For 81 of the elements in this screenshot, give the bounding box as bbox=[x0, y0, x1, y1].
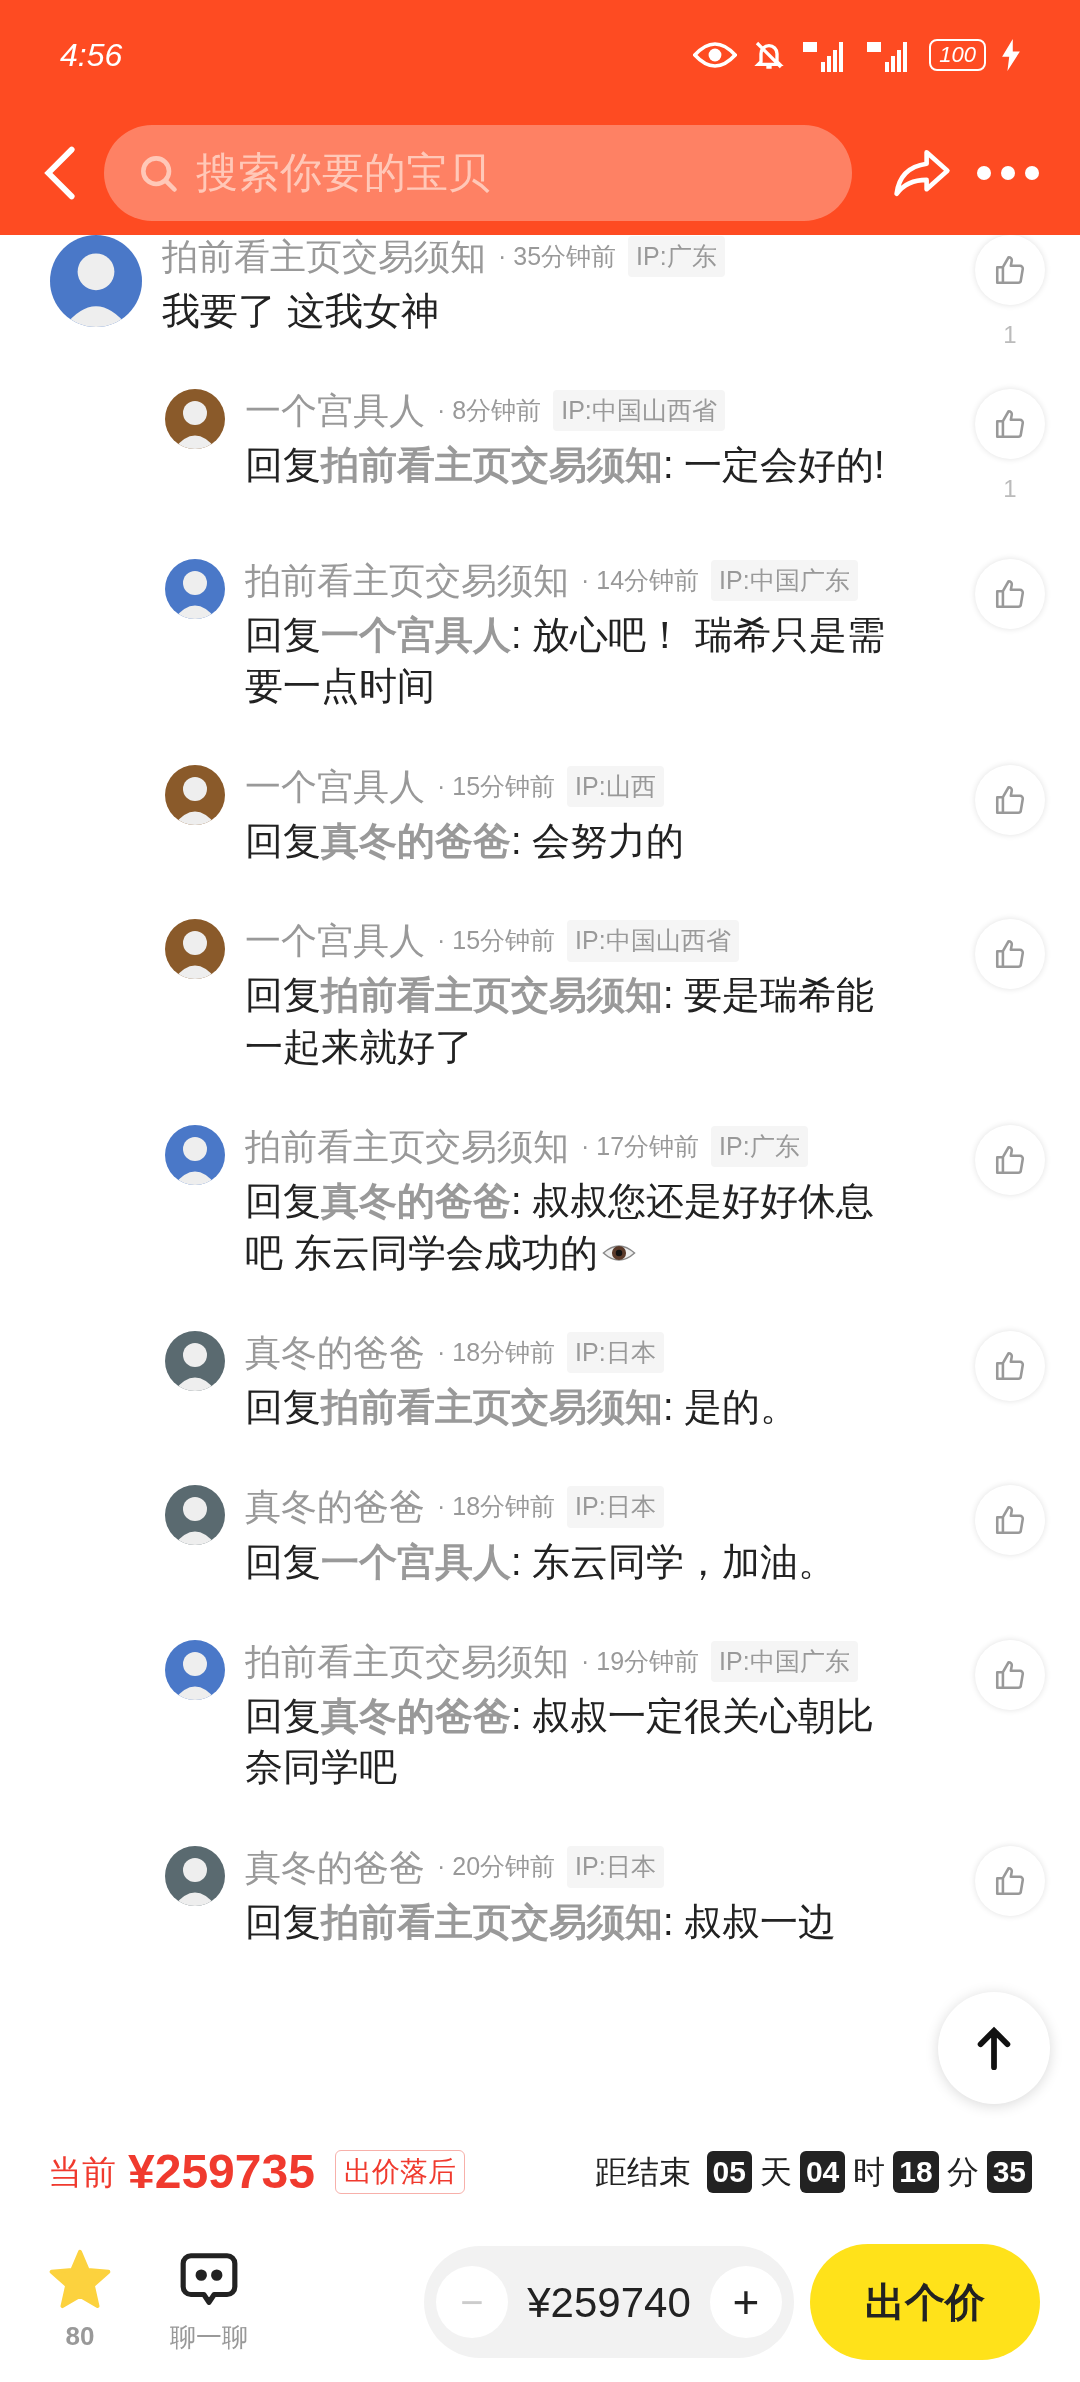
comment-time: · 35分钟前 bbox=[498, 240, 617, 272]
current-price: ¥259735 bbox=[128, 2144, 315, 2200]
comment-text: 回复真冬的爸爸: 会努力的 bbox=[245, 818, 686, 864]
like-button[interactable] bbox=[975, 1330, 1045, 1401]
ip-location: IP:中国广东 bbox=[711, 559, 858, 602]
like-button[interactable] bbox=[975, 1845, 1045, 1916]
like-button[interactable] bbox=[975, 919, 1045, 990]
like-button[interactable] bbox=[975, 235, 1045, 305]
eye-icon bbox=[693, 40, 738, 70]
username[interactable]: 拍前看主页交易须知 bbox=[162, 235, 486, 279]
comment-text: 回复拍前看主页交易须知: 是的。 bbox=[245, 1385, 800, 1430]
ip-location: IP:中国山西省 bbox=[553, 389, 725, 432]
comment-time: · 15分钟前 bbox=[437, 770, 556, 802]
ip-location: IP:中国广东 bbox=[711, 1640, 858, 1683]
place-bid-button[interactable]: 出个价 bbox=[810, 2244, 1040, 2360]
username[interactable]: 拍前看主页交易须知 bbox=[245, 559, 569, 603]
decrease-button[interactable]: − bbox=[436, 2266, 508, 2338]
thumbs-up-icon bbox=[993, 253, 1027, 287]
like-count: 1 bbox=[1003, 320, 1017, 350]
countdown-unit: 分 bbox=[946, 2153, 979, 2192]
username[interactable]: 真冬的爸爸 bbox=[245, 1845, 425, 1889]
comment-time: · 19分钟前 bbox=[581, 1645, 700, 1677]
star-icon[interactable] bbox=[49, 2248, 111, 2309]
comment-time: · 18分钟前 bbox=[437, 1336, 556, 1368]
bid-status-tag: 出价落后 bbox=[334, 2150, 465, 2194]
comment-text: 回复拍前看主页交易须知: 一定会好的! bbox=[245, 443, 886, 489]
username[interactable]: 一个宫具人 bbox=[245, 764, 425, 808]
thumbs-up-icon bbox=[993, 407, 1027, 441]
ip-location: IP:广东 bbox=[628, 235, 725, 278]
comment-text: 我要了 这我女神 bbox=[162, 289, 440, 335]
like-button[interactable] bbox=[975, 1485, 1045, 1556]
username[interactable]: 一个宫具人 bbox=[245, 389, 425, 433]
comment-time: · 20分钟前 bbox=[437, 1851, 556, 1883]
comment-text: 回复拍前看主页交易须知: 要是瑞希能一起来就好了 bbox=[245, 973, 876, 1070]
countdown-value: 05 bbox=[706, 2151, 752, 2193]
avatar[interactable] bbox=[165, 389, 225, 449]
comment-text: 回复真冬的爸爸: 叔叔一定很关心朝比奈同学吧 bbox=[245, 1694, 876, 1791]
avatar[interactable] bbox=[165, 559, 225, 619]
comment-text: 回复真冬的爸爸: 叔叔您还是好好休息吧 东云同学会成功的 bbox=[245, 1179, 876, 1276]
comment-time: · 18分钟前 bbox=[437, 1491, 556, 1523]
username[interactable]: 拍前看主页交易须知 bbox=[245, 1125, 569, 1169]
countdown-value: 18 bbox=[893, 2151, 939, 2193]
status-time: 4:56 bbox=[60, 36, 123, 75]
comment-text: 回复拍前看主页交易须知: 叔叔一边 bbox=[245, 1899, 838, 1945]
favorite-count: 80 bbox=[65, 2319, 95, 2353]
username[interactable]: 一个宫具人 bbox=[245, 919, 425, 963]
ip-location: IP:山西 bbox=[567, 765, 664, 808]
comment-time: · 14分钟前 bbox=[581, 564, 700, 596]
battery-level: 100 bbox=[929, 39, 986, 71]
comment-time: · 17分钟前 bbox=[581, 1130, 700, 1162]
countdown-unit: 天 bbox=[759, 2153, 792, 2192]
ip-location: IP:中国山西省 bbox=[567, 920, 739, 962]
thumbs-up-icon bbox=[993, 577, 1027, 611]
increase-button[interactable]: + bbox=[710, 2266, 782, 2338]
comment-text: 回复一个宫具人: 东云同学，加油。 bbox=[245, 1539, 838, 1585]
comment-time: · 15分钟前 bbox=[437, 925, 556, 957]
like-button[interactable] bbox=[975, 559, 1045, 629]
countdown-value: 04 bbox=[799, 2151, 846, 2193]
comment-time: · 8分钟前 bbox=[437, 394, 542, 426]
username[interactable]: 真冬的爸爸 bbox=[245, 1485, 425, 1529]
ip-location: IP:日本 bbox=[567, 1846, 664, 1888]
like-count: 1 bbox=[1003, 474, 1017, 504]
bid-amount[interactable]: ¥259740 bbox=[527, 2270, 691, 2334]
countdown-unit: 时 bbox=[853, 2153, 886, 2192]
charging-icon bbox=[1002, 39, 1020, 71]
ip-location: IP:日本 bbox=[567, 1486, 664, 1528]
comment-text: 回复一个宫具人: 放心吧！ 瑞希只是需要一点时间 bbox=[245, 613, 886, 710]
username[interactable]: 拍前看主页交易须知 bbox=[245, 1639, 569, 1683]
username[interactable]: 真冬的爸爸 bbox=[245, 1330, 425, 1374]
chat-label: 聊一聊 bbox=[170, 2320, 248, 2354]
ip-location: IP:日本 bbox=[567, 1331, 664, 1374]
like-button[interactable] bbox=[975, 1125, 1045, 1196]
countdown-label: 距结束 bbox=[594, 2153, 691, 2192]
like-button[interactable] bbox=[975, 1639, 1045, 1710]
ip-location: IP:广东 bbox=[711, 1125, 808, 1168]
more-icon[interactable] bbox=[976, 164, 1040, 181]
like-button[interactable] bbox=[975, 764, 1045, 835]
current-price-label: 当前 bbox=[48, 2151, 116, 2193]
like-button[interactable] bbox=[975, 389, 1045, 459]
search-field[interactable]: 搜索你要的宝贝 bbox=[104, 124, 852, 221]
countdown-value: 35 bbox=[986, 2151, 1032, 2193]
